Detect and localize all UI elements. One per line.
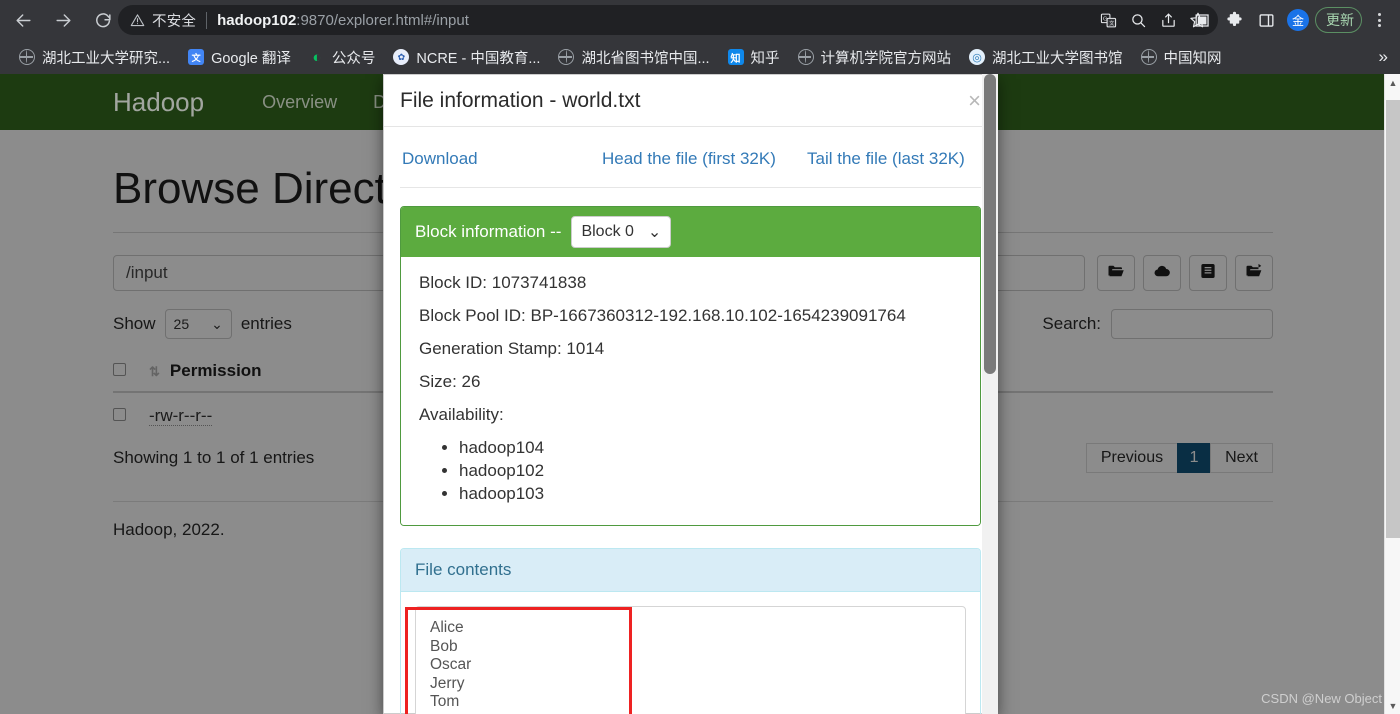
modal-title: File information - world.txt <box>400 88 641 112</box>
search-icon[interactable] <box>1124 6 1152 34</box>
list-item: hadoop102 <box>459 461 962 481</box>
bookmarks-overflow-button[interactable]: » <box>1379 47 1388 67</box>
bookmark-item[interactable]: 文 Google 翻译 <box>179 43 300 71</box>
tail-file-link[interactable]: Tail the file (last 32K) <box>807 149 965 169</box>
block-information-panel: Block information -- Block 0 ⌄ Block ID:… <box>400 206 981 526</box>
back-arrow-icon <box>14 11 33 30</box>
list-item: hadoop103 <box>459 484 962 504</box>
bookmark-item[interactable]: 湖北工业大学研究... <box>10 43 179 71</box>
reload-icon <box>94 11 113 30</box>
puzzle-extensions-icon[interactable] <box>1219 5 1249 35</box>
bookmark-item[interactable]: ◐ 公众号 <box>300 43 385 71</box>
back-button[interactable] <box>6 3 40 37</box>
file-contents-text[interactable]: Alice Bob Oscar Jerry Tom <box>415 606 966 714</box>
bookmark-item[interactable]: 中国知网 <box>1132 43 1231 71</box>
library-favicon: ◎ <box>969 49 986 65</box>
page-scrollbar-thumb[interactable] <box>1386 100 1400 538</box>
bookmark-item[interactable]: ◎ 湖北工业大学图书馆 <box>960 43 1132 71</box>
block-information-body: Block ID: 1073741838 Block Pool ID: BP-1… <box>401 257 980 525</box>
availability-list: hadoop104 hadoop102 hadoop103 <box>441 438 962 504</box>
bookmark-label: 知乎 <box>750 50 780 67</box>
file-contents-header: File contents <box>401 549 980 592</box>
translate-icon[interactable]: G文 <box>1094 6 1122 34</box>
browser-toolbar: 不安全 hadoop102:9870/explorer.html#/input … <box>0 0 1400 40</box>
wechat-favicon: ◐ <box>312 48 322 66</box>
url-path: :9870/explorer.html#/input <box>296 11 469 29</box>
address-bar[interactable]: 不安全 hadoop102:9870/explorer.html#/input … <box>118 5 1218 35</box>
google-translate-favicon: 文 <box>188 49 205 65</box>
chevron-down-icon: ⌄ <box>647 224 662 241</box>
browser-toolbar-right: 金 更新 <box>1187 0 1394 40</box>
scroll-up-arrow[interactable]: ▲ <box>1385 74 1400 91</box>
page-scrollbar[interactable]: ▲ ▼ <box>1384 74 1400 714</box>
zhihu-favicon: 知 <box>727 49 744 65</box>
forward-button[interactable] <box>46 3 80 37</box>
bookmark-item[interactable]: 知知乎 <box>719 43 789 71</box>
side-panel-icon[interactable] <box>1251 5 1281 35</box>
file-contents-title: File contents <box>415 560 512 579</box>
not-secure-warning-icon <box>130 13 145 28</box>
avatar[interactable]: 金 <box>1283 5 1313 35</box>
list-item: hadoop104 <box>459 438 962 458</box>
bookmark-item[interactable]: ✿ NCRE - 中国教育... <box>384 43 549 71</box>
bookmark-item[interactable]: 计算机学院官方网站 <box>789 43 961 71</box>
head-file-link[interactable]: Head the file (first 32K) <box>602 149 807 169</box>
security-label: 不安全 <box>152 13 197 30</box>
modal-body: Download Head the file (first 32K) Tail … <box>384 127 997 714</box>
svg-text:G: G <box>1102 16 1106 22</box>
file-information-modal: File information - world.txt × Download … <box>383 74 998 714</box>
globe-favicon <box>797 49 814 65</box>
bookmark-label: 湖北工业大学图书馆 <box>992 50 1123 67</box>
update-label: 更新 <box>1326 12 1354 28</box>
file-action-links: Download Head the file (first 32K) Tail … <box>400 143 981 187</box>
watermark-text: CSDN @New Object <box>1261 691 1382 706</box>
block-select[interactable]: Block 0 ⌄ <box>571 216 672 248</box>
ncre-favicon: ✿ <box>393 49 410 65</box>
bookmark-label: 计算机学院官方网站 <box>820 50 952 67</box>
modal-scrollbar-thumb[interactable] <box>984 74 996 374</box>
url-text: hadoop102:9870/explorer.html#/input <box>217 12 469 29</box>
bookmarks-bar: 湖北工业大学研究... 文 Google 翻译 ◐ 公众号 ✿ NCRE - 中国教育… <box>0 40 1400 74</box>
block-size: Size: 26 <box>419 372 481 391</box>
bookmark-label: 中国知网 <box>1163 50 1222 67</box>
page-viewport: Hadoop Overview Datanodes Browse Directo… <box>0 74 1400 714</box>
url-host: hadoop102 <box>217 11 297 29</box>
block-information-header: Block information -- Block 0 ⌄ <box>401 207 980 257</box>
forward-arrow-icon <box>54 11 73 30</box>
modal-links-divider <box>400 187 981 188</box>
globe-favicon <box>558 49 575 65</box>
close-icon[interactable]: × <box>968 89 981 112</box>
block-pool-id: Block Pool ID: BP-1667360312-192.168.10.… <box>419 306 906 325</box>
block-id: Block ID: 1073741838 <box>419 273 587 292</box>
update-button[interactable]: 更新 <box>1315 7 1362 33</box>
generation-stamp: Generation Stamp: 1014 <box>419 339 605 358</box>
three-dot-menu-icon[interactable] <box>1364 5 1394 35</box>
globe-favicon <box>1140 49 1157 65</box>
file-contents-body: Alice Bob Oscar Jerry Tom <box>401 592 980 714</box>
globe-favicon <box>19 49 35 65</box>
share-icon[interactable] <box>1154 6 1182 34</box>
block-information-title: Block information -- <box>415 222 562 241</box>
bookmark-label: Google 翻译 <box>211 50 291 67</box>
bookmark-item[interactable]: 湖北省图书馆中国... <box>549 43 718 71</box>
reload-button[interactable] <box>86 3 120 37</box>
availability-label: Availability: <box>419 405 504 424</box>
bookmark-label: 湖北工业大学研究... <box>42 50 171 67</box>
bookmark-label: NCRE - 中国教育... <box>416 50 541 67</box>
profile-initial: 金 <box>1287 9 1309 31</box>
extension-pin-icon[interactable] <box>1187 5 1217 35</box>
file-contents-panel: File contents Alice Bob Oscar Jerry Tom <box>400 548 981 714</box>
bookmark-label: 公众号 <box>331 50 376 67</box>
modal-header: File information - world.txt × <box>384 75 997 127</box>
block-select-value: Block 0 <box>581 223 634 240</box>
download-link[interactable]: Download <box>402 149 602 169</box>
modal-scrollbar[interactable] <box>982 74 998 714</box>
omnibox-divider <box>206 11 208 29</box>
bookmark-label: 湖北省图书馆中国... <box>581 50 710 67</box>
scroll-down-arrow[interactable]: ▼ <box>1385 697 1400 714</box>
